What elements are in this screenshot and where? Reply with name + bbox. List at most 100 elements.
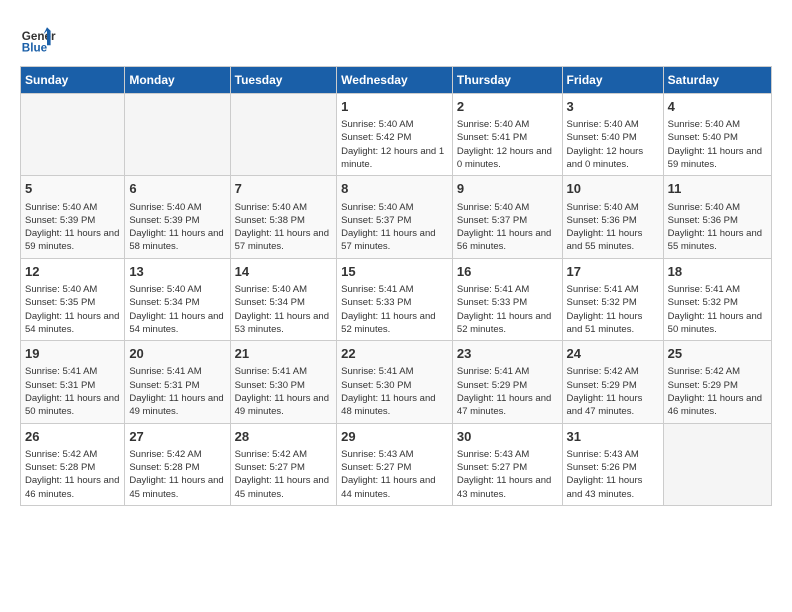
sunset-text: Sunset: 5:40 PM <box>567 132 637 143</box>
daylight-text: Daylight: 11 hours and 56 minutes. <box>457 228 551 252</box>
calendar-cell: 1 Sunrise: 5:40 AM Sunset: 5:42 PM Daylight… <box>337 94 453 176</box>
calendar-cell: 28Sunrise: 5:42 AMSunset: 5:27 PMDayligh… <box>230 423 337 505</box>
calendar-cell: 10Sunrise: 5:40 AMSunset: 5:36 PMDayligh… <box>562 176 663 258</box>
daylight-text: Daylight: 12 hours and 0 minutes. <box>567 146 644 170</box>
sunrise-text: Sunrise: 5:41 AM <box>341 284 413 295</box>
logo-icon: General Blue <box>20 20 56 56</box>
sunrise-text: Sunrise: 5:40 AM <box>567 119 639 130</box>
sunrise-text: Sunrise: 5:40 AM <box>457 202 529 213</box>
calendar-cell: 27Sunrise: 5:42 AMSunset: 5:28 PMDayligh… <box>125 423 230 505</box>
day-number: 31 <box>567 428 659 446</box>
weekday-header-wednesday: Wednesday <box>337 67 453 94</box>
sunrise-text: Sunrise: 5:40 AM <box>129 202 201 213</box>
day-number: 24 <box>567 345 659 363</box>
sunrise-text: Sunrise: 5:40 AM <box>129 284 201 295</box>
day-number: 13 <box>129 263 225 281</box>
sunset-text: Sunset: 5:34 PM <box>129 297 199 308</box>
day-number: 3 <box>567 98 659 116</box>
sunset-text: Sunset: 5:32 PM <box>567 297 637 308</box>
sunrise-text: Sunrise: 5:40 AM <box>235 284 307 295</box>
sunset-text: Sunset: 5:33 PM <box>457 297 527 308</box>
daylight-text: Daylight: 11 hours and 59 minutes. <box>668 146 762 170</box>
sunrise-text: Sunrise: 5:40 AM <box>341 119 413 130</box>
daylight-text: Daylight: 11 hours and 54 minutes. <box>129 311 223 335</box>
calendar-cell: 20Sunrise: 5:41 AMSunset: 5:31 PMDayligh… <box>125 341 230 423</box>
daylight-text: Daylight: 11 hours and 54 minutes. <box>25 311 119 335</box>
sunrise-text: Sunrise: 5:40 AM <box>25 202 97 213</box>
sunrise-text: Sunrise: 5:41 AM <box>567 284 639 295</box>
sunset-text: Sunset: 5:31 PM <box>129 380 199 391</box>
calendar-cell: 7Sunrise: 5:40 AMSunset: 5:38 PMDaylight… <box>230 176 337 258</box>
sunset-text: Sunset: 5:28 PM <box>129 462 199 473</box>
daylight-text: Daylight: 12 hours and 1 minute. <box>341 146 444 170</box>
sunset-text: Sunset: 5:35 PM <box>25 297 95 308</box>
logo: General Blue <box>20 20 56 56</box>
sunrise-text: Sunrise: 5:43 AM <box>567 449 639 460</box>
calendar-cell: 11Sunrise: 5:40 AMSunset: 5:36 PMDayligh… <box>663 176 771 258</box>
weekday-header-friday: Friday <box>562 67 663 94</box>
daylight-text: Daylight: 11 hours and 47 minutes. <box>567 393 643 417</box>
daylight-text: Daylight: 11 hours and 52 minutes. <box>341 311 435 335</box>
sunset-text: Sunset: 5:29 PM <box>567 380 637 391</box>
calendar-cell: 22Sunrise: 5:41 AMSunset: 5:30 PMDayligh… <box>337 341 453 423</box>
page-header: General Blue <box>20 20 772 56</box>
day-number: 4 <box>668 98 767 116</box>
sunrise-text: Sunrise: 5:40 AM <box>341 202 413 213</box>
calendar-cell: 17Sunrise: 5:41 AMSunset: 5:32 PMDayligh… <box>562 258 663 340</box>
day-number: 19 <box>25 345 120 363</box>
calendar-cell: 18Sunrise: 5:41 AMSunset: 5:32 PMDayligh… <box>663 258 771 340</box>
day-number: 9 <box>457 180 558 198</box>
sunset-text: Sunset: 5:36 PM <box>668 215 738 226</box>
day-number: 20 <box>129 345 225 363</box>
sunset-text: Sunset: 5:28 PM <box>25 462 95 473</box>
sunset-text: Sunset: 5:27 PM <box>235 462 305 473</box>
calendar-cell: 2Sunrise: 5:40 AMSunset: 5:41 PMDaylight… <box>452 94 562 176</box>
sunset-text: Sunset: 5:29 PM <box>457 380 527 391</box>
weekday-header-saturday: Saturday <box>663 67 771 94</box>
calendar-cell: 12Sunrise: 5:40 AMSunset: 5:35 PMDayligh… <box>21 258 125 340</box>
calendar-cell: 8Sunrise: 5:40 AMSunset: 5:37 PMDaylight… <box>337 176 453 258</box>
daylight-text: Daylight: 11 hours and 55 minutes. <box>567 228 643 252</box>
sunrise-text: Sunrise: 5:42 AM <box>567 366 639 377</box>
calendar-table: SundayMondayTuesdayWednesdayThursdayFrid… <box>20 66 772 506</box>
day-number: 26 <box>25 428 120 446</box>
sunset-text: Sunset: 5:42 PM <box>341 132 411 143</box>
day-number: 17 <box>567 263 659 281</box>
sunset-text: Sunset: 5:26 PM <box>567 462 637 473</box>
sunset-text: Sunset: 5:32 PM <box>668 297 738 308</box>
daylight-text: Daylight: 11 hours and 45 minutes. <box>129 475 223 499</box>
calendar-cell: 4 Sunrise: 5:40 AM Sunset: 5:40 PM Daylight… <box>663 94 771 176</box>
daylight-text: Daylight: 11 hours and 43 minutes. <box>567 475 643 499</box>
day-number: 30 <box>457 428 558 446</box>
calendar-cell <box>230 94 337 176</box>
calendar-week-row: 26Sunrise: 5:42 AMSunset: 5:28 PMDayligh… <box>21 423 772 505</box>
sunrise-text: Sunrise: 5:40 AM <box>567 202 639 213</box>
sunset-text: Sunset: 5:36 PM <box>567 215 637 226</box>
day-number: 6 <box>129 180 225 198</box>
calendar-cell: 23Sunrise: 5:41 AMSunset: 5:29 PMDayligh… <box>452 341 562 423</box>
daylight-text: Daylight: 11 hours and 57 minutes. <box>341 228 435 252</box>
svg-text:Blue: Blue <box>22 42 48 55</box>
daylight-text: Daylight: 11 hours and 49 minutes. <box>235 393 329 417</box>
sunrise-text: Sunrise: 5:41 AM <box>235 366 307 377</box>
sunset-text: Sunset: 5:38 PM <box>235 215 305 226</box>
sunset-text: Sunset: 5:40 PM <box>668 132 738 143</box>
sunrise-text: Sunrise: 5:41 AM <box>129 366 201 377</box>
sunrise-text: Sunrise: 5:41 AM <box>457 284 529 295</box>
calendar-cell: 30Sunrise: 5:43 AMSunset: 5:27 PMDayligh… <box>452 423 562 505</box>
day-number: 14 <box>235 263 333 281</box>
sunset-text: Sunset: 5:34 PM <box>235 297 305 308</box>
calendar-cell: 14Sunrise: 5:40 AMSunset: 5:34 PMDayligh… <box>230 258 337 340</box>
calendar-cell: 5Sunrise: 5:40 AMSunset: 5:39 PMDaylight… <box>21 176 125 258</box>
sunset-text: Sunset: 5:29 PM <box>668 380 738 391</box>
day-number: 7 <box>235 180 333 198</box>
sunrise-text: Sunrise: 5:40 AM <box>25 284 97 295</box>
daylight-text: Daylight: 11 hours and 46 minutes. <box>668 393 762 417</box>
calendar-week-row: 19 Sunrise: 5:41 AM Sunset: 5:31 PM Dayligh… <box>21 341 772 423</box>
sunrise-text: Sunrise: 5:40 AM <box>668 119 740 130</box>
sunset-text: Sunset: 5:27 PM <box>341 462 411 473</box>
sunrise-text: Sunrise: 5:40 AM <box>235 202 307 213</box>
day-number: 1 <box>341 98 448 116</box>
sunset-text: Sunset: 5:27 PM <box>457 462 527 473</box>
sunset-text: Sunset: 5:39 PM <box>129 215 199 226</box>
